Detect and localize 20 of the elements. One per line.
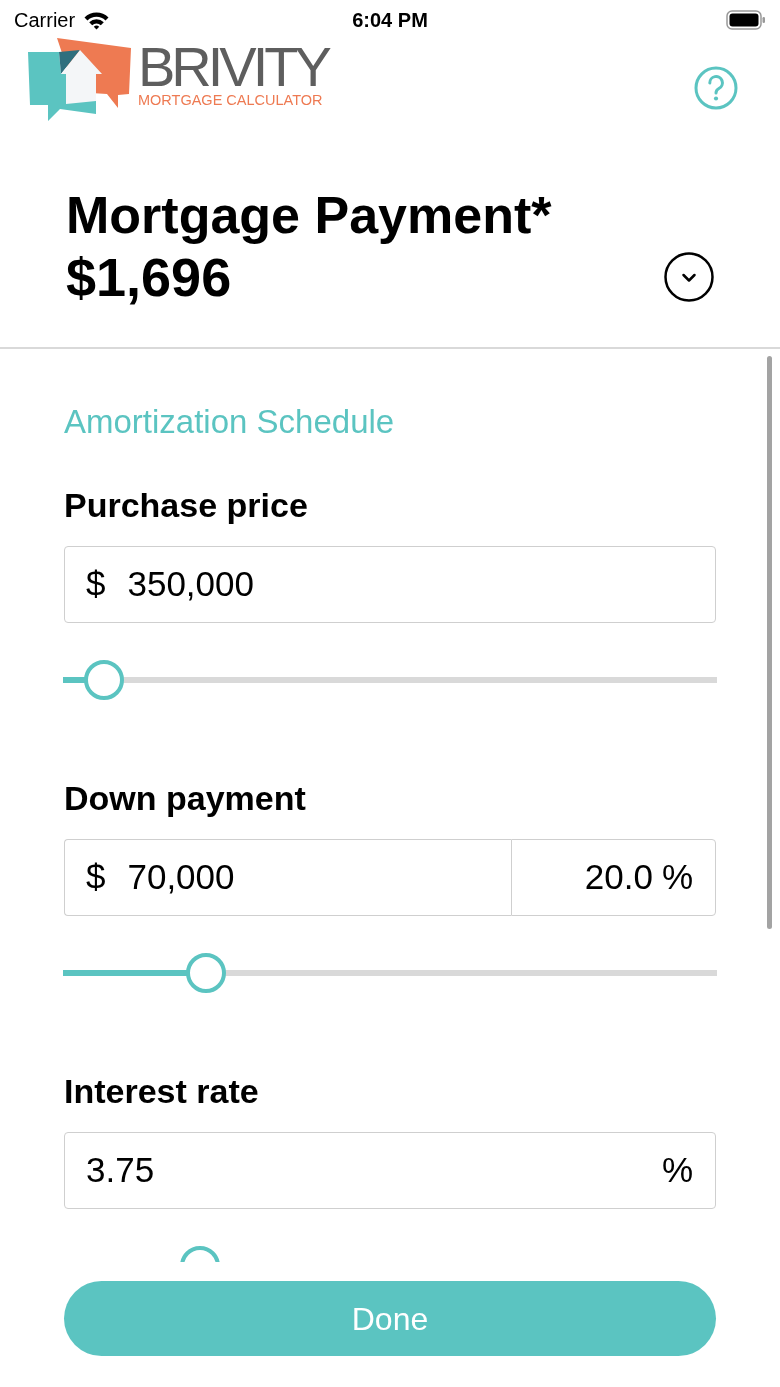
- battery-icon: [726, 10, 766, 30]
- input-field[interactable]: $ 350,000: [64, 545, 716, 623]
- help-icon[interactable]: [694, 65, 738, 110]
- chevron-circle-icon[interactable]: [664, 251, 714, 302]
- field-label: Down payment: [64, 777, 307, 818]
- brand-tagline: MORTGAGE CALCULATOR: [138, 92, 323, 108]
- payment-title: Mortgage Payment*: [66, 184, 553, 246]
- payment-amount: $1,696: [66, 245, 232, 308]
- status-time: 6:04 PM: [352, 8, 428, 32]
- input-field[interactable]: 20.0 %: [511, 838, 716, 916]
- slider-thumb[interactable]: [186, 952, 227, 993]
- brand-name: BRIVITY: [138, 38, 328, 95]
- field-label: Purchase price: [64, 484, 309, 525]
- wifi-icon: [83, 10, 111, 30]
- carrier-label: Carrier: [14, 8, 76, 32]
- house-logo-icon: [27, 36, 131, 123]
- slider-thumb[interactable]: [84, 659, 125, 700]
- field-label: Interest rate: [64, 1070, 260, 1111]
- input-field[interactable]: $ 70,000: [64, 838, 511, 916]
- input-field[interactable]: 3.75 %: [64, 1131, 716, 1209]
